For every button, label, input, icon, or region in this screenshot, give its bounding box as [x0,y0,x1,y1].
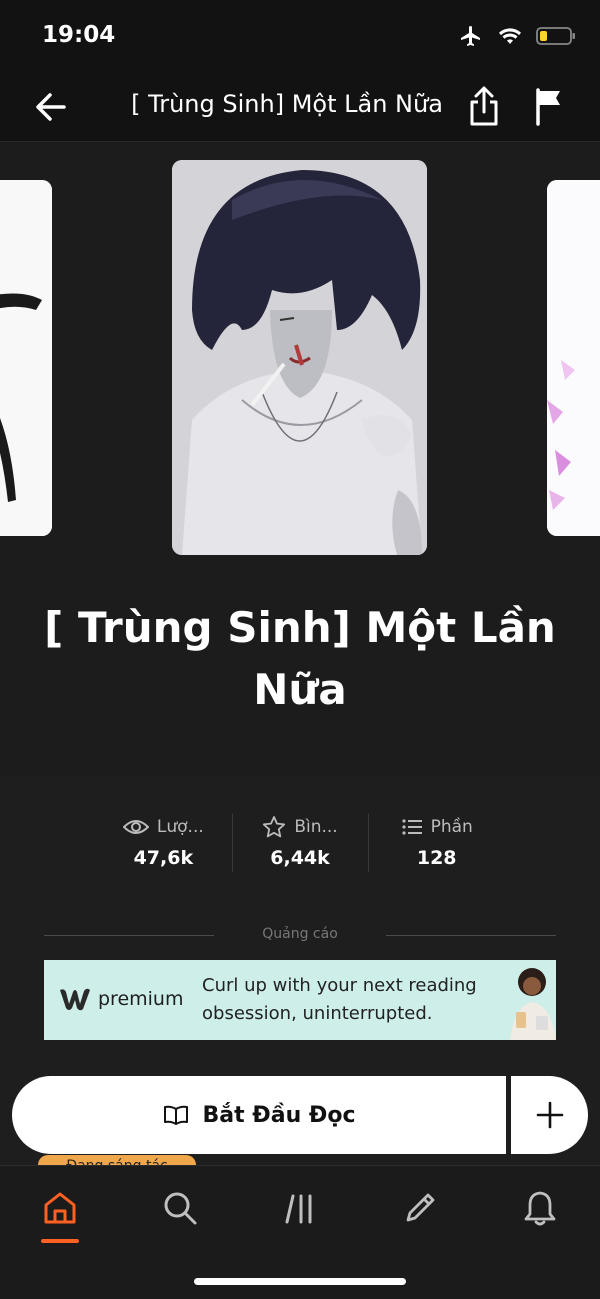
ad-divider: Quảng cáo [44,926,556,946]
battery-icon [536,27,575,45]
ad-label: Quảng cáo [262,926,338,942]
cover-art [547,180,600,536]
airplane-icon [461,26,480,46]
stat-parts[interactable]: Phần 128 [368,812,505,878]
stat-value: 128 [416,847,457,869]
cover-art [172,160,427,555]
stat-label: Lượ... [156,817,204,837]
status-icons [458,24,576,48]
ad-logo-text: premium [98,988,184,1010]
book-stats: Lượ... 47,6k Bìn... 6,44k Phần 128 [95,812,505,878]
nav-title: [ Trùng Sinh] Một Lần Nữa [131,90,443,118]
pencil-icon [406,1193,435,1222]
add-to-library-button[interactable] [511,1076,588,1154]
ad-person-image [502,960,556,1040]
status-time: 19:04 [42,22,116,48]
start-reading-button[interactable]: Bắt Đầu Đọc [12,1076,506,1154]
ad-banner[interactable]: premium Curl up with your next reading o… [44,960,556,1040]
stat-label: Bìn... [294,817,338,837]
open-book-icon [163,1105,188,1125]
stat-votes: Bìn... 6,44k [231,812,369,878]
bottom-tab-bar [0,1165,600,1299]
active-tab-indicator [41,1239,79,1243]
back-arrow-icon[interactable] [30,86,72,128]
next-book-cover[interactable] [547,180,600,536]
stat-label: Phần [430,817,473,837]
book-cover[interactable] [172,160,427,555]
home-indicator[interactable] [194,1278,406,1285]
ad-copy: Curl up with your next reading obsession… [202,975,477,1024]
tab-notifications[interactable] [518,1186,562,1230]
tab-search[interactable] [158,1186,202,1230]
plus-icon [536,1101,563,1129]
wattpad-premium-logo: premium [58,986,183,1012]
flag-icon[interactable] [530,86,566,126]
search-icon [164,1192,197,1225]
bell-icon [524,1191,556,1226]
star-icon [263,816,286,838]
navigation-bar: [ Trùng Sinh] Một Lần Nữa [0,72,600,142]
home-icon [44,1192,76,1224]
read-action-bar: Bắt Đầu Đọc [12,1076,588,1154]
cover-art [0,180,52,536]
stat-reads: Lượ... 47,6k [95,812,232,878]
stat-value: 6,44k [270,847,330,869]
wifi-icon [499,28,521,44]
library-icon [285,1194,312,1224]
list-icon [401,819,422,835]
eye-icon [122,820,149,834]
tab-write[interactable] [398,1186,442,1230]
start-reading-label: Bắt Đầu Đọc [202,1102,356,1128]
stat-value: 47,6k [133,847,194,869]
tab-home[interactable] [38,1186,82,1230]
book-hero: [ Trùng Sinh] Một Lần Nữa [0,142,600,776]
divider-line [386,935,556,936]
wattpad-w-icon [60,988,90,1011]
share-icon[interactable] [466,84,502,128]
status-bar: 19:04 [0,0,600,72]
previous-book-cover[interactable] [0,180,52,536]
tab-library[interactable] [279,1186,323,1230]
book-title: [ Trùng Sinh] Một Lần Nữa [44,603,556,714]
